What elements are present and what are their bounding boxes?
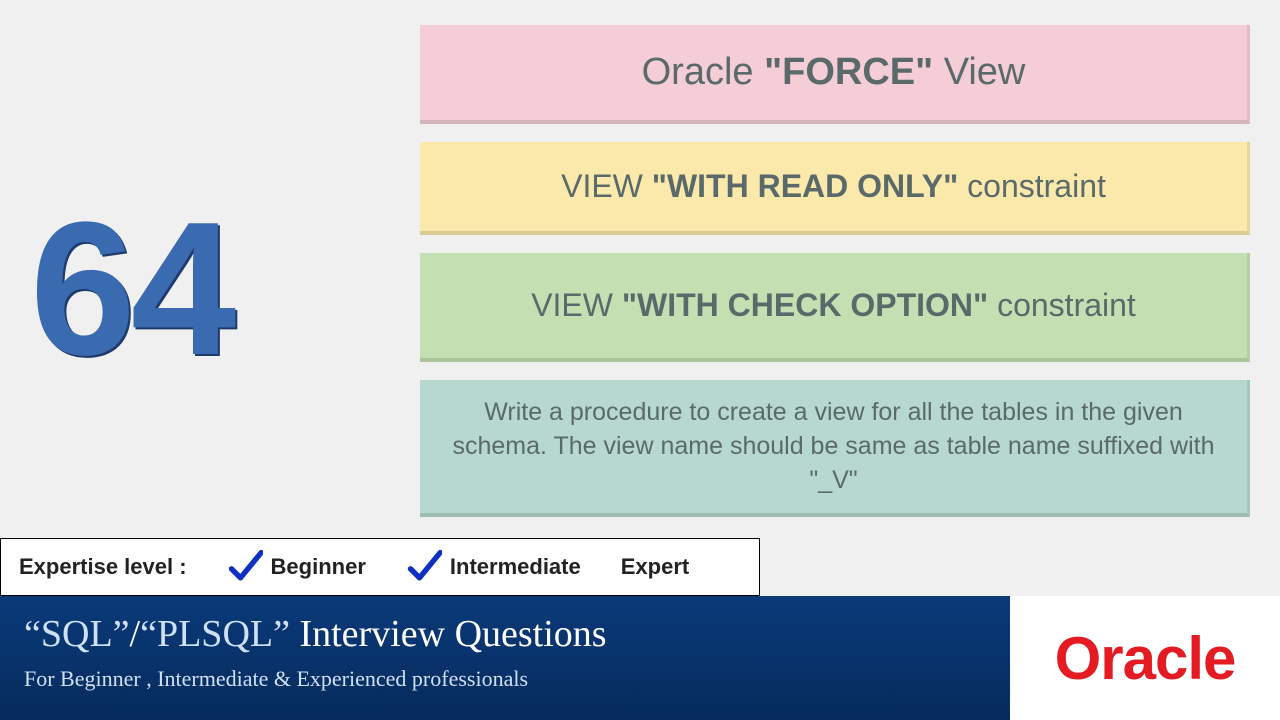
card-bold: "FORCE" — [764, 51, 933, 93]
card-text: constraint — [988, 287, 1136, 323]
level-intermediate: Intermediate — [406, 549, 581, 585]
card-bold: "WITH CHECK OPTION" — [622, 287, 988, 323]
card-text: VIEW — [531, 287, 622, 323]
footer-title-part: “PLSQL” — [140, 613, 290, 655]
level-expert: Expert — [621, 554, 689, 580]
level-label: Expert — [621, 554, 689, 580]
card-read-only: VIEW "WITH READ ONLY" constraint — [420, 142, 1250, 235]
level-beginner: Beginner — [227, 549, 366, 585]
card-procedure-question: Write a procedure to create a view for a… — [420, 380, 1250, 517]
footer-title-part: “SQL” — [24, 613, 130, 655]
topic-cards: Oracle "FORCE" View VIEW "WITH READ ONLY… — [420, 25, 1250, 517]
brand-box: Oracle — [1010, 596, 1280, 720]
check-icon — [406, 549, 442, 585]
card-text: Oracle — [642, 51, 764, 93]
card-bold: "WITH READ ONLY" — [652, 168, 959, 204]
card-text: constraint — [958, 168, 1106, 204]
card-check-option: VIEW "WITH CHECK OPTION" constraint — [420, 253, 1250, 362]
oracle-logo-text: Oracle — [1055, 624, 1236, 693]
footer-title: “SQL”/“PLSQL” Interview Questions — [24, 612, 986, 656]
check-icon — [227, 549, 263, 585]
level-label: Beginner — [271, 554, 366, 580]
level-label: Intermediate — [450, 554, 581, 580]
footer-title-part: Interview Questions — [290, 613, 607, 655]
card-force-view: Oracle "FORCE" View — [420, 25, 1250, 124]
footer-banner: “SQL”/“PLSQL” Interview Questions For Be… — [0, 596, 1010, 720]
expertise-label: Expertise level : — [19, 554, 187, 580]
card-text: Write a procedure to create a view for a… — [453, 398, 1215, 494]
slide-number: 64 — [30, 180, 231, 398]
footer-title-part: / — [130, 613, 141, 655]
card-text: VIEW — [561, 168, 652, 204]
footer-subtitle: For Beginner , Intermediate & Experience… — [24, 666, 986, 692]
card-text: View — [933, 51, 1025, 93]
expertise-bar: Expertise level : Beginner Intermediate … — [0, 538, 760, 596]
